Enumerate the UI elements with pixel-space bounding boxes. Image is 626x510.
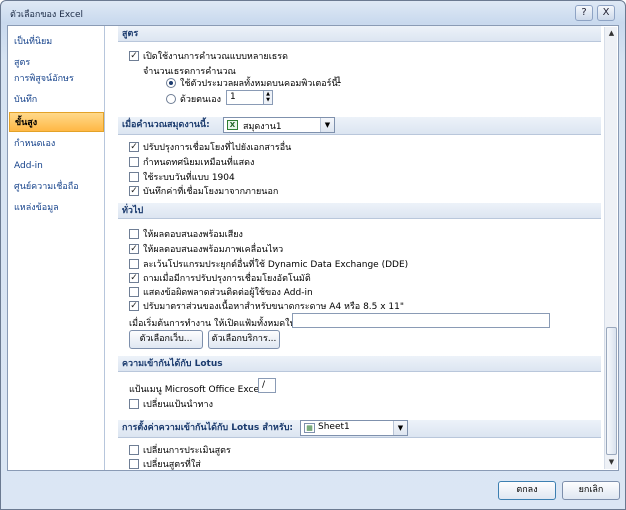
- sound-feedback-label: ให้ผลตอบสนองพร้อมเสียง: [143, 230, 243, 240]
- addin-errors-checkbox[interactable]: [129, 287, 139, 297]
- update-links-label: ปรับปรุงการเชื่อมโยงที่ไปยังเอกสารอื่น: [143, 143, 292, 153]
- ok-button[interactable]: ตกลง: [498, 481, 556, 500]
- scale-paper-label: ปรับมาตราส่วนของเนื้อหาสำหรับขนาดกระดาษ …: [143, 302, 405, 312]
- scroll-down-icon[interactable]: ▼: [605, 456, 618, 469]
- startup-folder-label: เมื่อเริ่มต้นการทำงาน ให้เปิดแฟ้มทั้งหมด…: [129, 319, 299, 329]
- precision-label: กำหนดทศนิยมเหมือนที่แสดง: [143, 158, 255, 168]
- precision-checkbox[interactable]: [129, 157, 139, 167]
- multithread-checkbox[interactable]: ✓: [129, 51, 139, 61]
- lotus-settings-label: การตั้งค่าความเข้ากันได้กับ Lotus สำหรับ…: [122, 423, 294, 433]
- section-header-general: ทั่วไป: [118, 203, 601, 219]
- manual-threads-input[interactable]: 1: [226, 90, 264, 105]
- threads-spinner[interactable]: ▲ ▼: [263, 90, 273, 105]
- sidebar: เป็นที่นิยม สูตร การพิสูจน์อักษร บันทึก …: [8, 26, 105, 470]
- save-external-checkbox[interactable]: ✓: [129, 186, 139, 196]
- dialog-body: เป็นที่นิยม สูตร การพิสูจน์อักษร บันทึก …: [7, 25, 619, 471]
- sidebar-item-advanced[interactable]: ขั้นสูง: [9, 112, 104, 132]
- sidebar-item-customize[interactable]: กำหนดเอง: [9, 134, 104, 154]
- sound-feedback-checkbox[interactable]: [129, 229, 139, 239]
- formula-evaluation-label: เปลี่ยนการประเมินสูตร: [143, 446, 231, 456]
- scroll-thumb[interactable]: [606, 327, 617, 455]
- date-1904-checkbox[interactable]: [129, 172, 139, 182]
- use-all-processors-label: ใช้ตัวประมวลผลทั้งหมดบนคอมพิวเตอร์นี้:: [180, 79, 341, 89]
- nav-keys-label: เปลี่ยนแป้นนำทาง: [143, 400, 213, 410]
- workbook-select-value: สมุดงาน1: [243, 122, 282, 132]
- calc-workbook-label: เมื่อคำนวณสมุดงานนี้:: [122, 120, 210, 130]
- scale-paper-checkbox[interactable]: ✓: [129, 301, 139, 311]
- date-1904-label: ใช้ระบบวันที่แบบ 1904: [143, 173, 235, 183]
- dialog-footer: ตกลง ยกเลิก: [1, 471, 625, 509]
- sidebar-item-save[interactable]: บันทึก: [9, 90, 104, 110]
- close-button[interactable]: X: [597, 5, 615, 21]
- menu-key-label: แป้นเมนู Microsoft Office Excel:: [129, 385, 265, 395]
- menu-key-input[interactable]: /: [258, 378, 276, 393]
- service-options-button[interactable]: ตัวเลือกบริการ...: [208, 330, 280, 349]
- ignore-dde-label: ละเว้นโปรแกรมประยุกต์อื่นที่ใช้ Dynamic …: [143, 260, 409, 270]
- workbook-select[interactable]: X สมุดงาน1 ▼: [223, 117, 335, 133]
- manual-threads-label: ด้วยตนเอง: [180, 95, 222, 105]
- close-icon: X: [602, 7, 610, 18]
- formula-entry-label: เปลี่ยนสูตรที่ใส่: [143, 460, 201, 470]
- excel-workbook-icon: X: [227, 120, 238, 130]
- section-header-lotus: ความเข้ากันได้กับ Lotus: [118, 356, 601, 372]
- animation-feedback-label: ให้ผลตอบสนองพร้อมภาพเคลื่อนไหว: [143, 245, 284, 255]
- nav-keys-checkbox[interactable]: [129, 399, 139, 409]
- formula-entry-checkbox[interactable]: [129, 459, 139, 469]
- sidebar-item-resources[interactable]: แหล่งข้อมูล: [9, 198, 104, 218]
- sidebar-item-addins[interactable]: Add-in: [9, 156, 104, 176]
- animation-feedback-checkbox[interactable]: ✓: [129, 244, 139, 254]
- processor-count: 1: [336, 76, 342, 86]
- addin-errors-label: แสดงข้อผิดพลาดส่วนติดต่อผู้ใช้ของ Add-in: [143, 288, 313, 298]
- help-button[interactable]: ?: [575, 5, 593, 21]
- window-title: ตัวเลือกของ Excel: [10, 10, 83, 20]
- vertical-scrollbar[interactable]: ▲ ▼: [604, 27, 617, 469]
- spin-down-icon: ▼: [266, 97, 270, 103]
- scroll-up-icon[interactable]: ▲: [605, 27, 618, 40]
- sidebar-item-popular[interactable]: เป็นที่นิยม: [9, 32, 104, 52]
- use-all-processors-radio[interactable]: [166, 78, 176, 88]
- excel-sheet-icon: ▦: [304, 423, 315, 433]
- section-header-formulas: สูตร: [118, 26, 601, 42]
- help-icon: ?: [581, 7, 587, 18]
- advanced-content: สูตร ✓ เปิดใช้งานการคำนวณแบบหลายเธรด จำน…: [112, 26, 602, 470]
- update-links-checkbox[interactable]: ✓: [129, 142, 139, 152]
- multithread-label: เปิดใช้งานการคำนวณแบบหลายเธรด: [143, 52, 288, 62]
- save-external-label: บันทึกค่าที่เชื่อมโยงมาจากภายนอก: [143, 187, 279, 197]
- startup-folder-input[interactable]: [292, 313, 550, 328]
- section-header-calc-workbook: เมื่อคำนวณสมุดงานนี้:: [118, 117, 601, 135]
- chevron-down-icon: ▼: [393, 421, 407, 435]
- ignore-dde-checkbox[interactable]: [129, 259, 139, 269]
- excel-options-window: ตัวเลือกของ Excel ? X เป็นที่นิยม สูตร ก…: [0, 0, 626, 510]
- manual-threads-radio[interactable]: [166, 94, 176, 104]
- title-bar: ตัวเลือกของ Excel ? X: [1, 1, 625, 25]
- ask-update-links-checkbox[interactable]: ✓: [129, 273, 139, 283]
- formula-evaluation-checkbox[interactable]: [129, 445, 139, 455]
- sheet-select[interactable]: ▦ Sheet1 ▼: [300, 420, 408, 436]
- web-options-button[interactable]: ตัวเลือกเว็บ...: [129, 330, 203, 349]
- sidebar-item-trust-center[interactable]: ศูนย์ความเชื่อถือ: [9, 177, 104, 197]
- ask-update-links-label: ถามเมื่อมีการปรับปรุงการเชื่อมโยงอัตโนมั…: [143, 274, 311, 284]
- sidebar-item-proofing[interactable]: การพิสูจน์อักษร: [9, 69, 104, 89]
- sheet-select-value: Sheet1: [318, 422, 350, 432]
- cancel-button[interactable]: ยกเลิก: [562, 481, 620, 500]
- chevron-down-icon: ▼: [320, 118, 334, 132]
